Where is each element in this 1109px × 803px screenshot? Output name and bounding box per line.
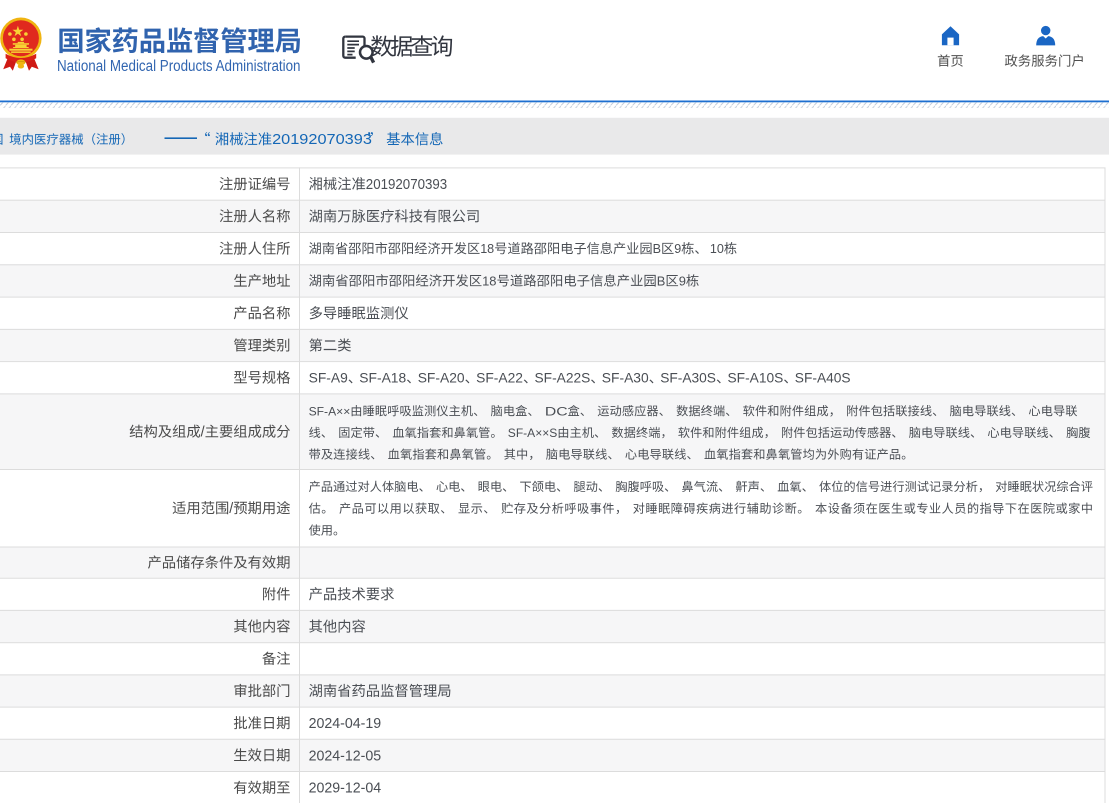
svg-text:SF-A9: SF-A9: [309, 370, 348, 386]
svg-text:2024-04-19: 2024-04-19: [309, 716, 382, 732]
svg-text:20192070393: 20192070393: [366, 177, 447, 193]
svg-text:18: 18: [482, 274, 496, 289]
svg-text:9: 9: [679, 274, 686, 289]
svg-text:DC: DC: [545, 404, 568, 418]
svg-text:9: 9: [674, 241, 681, 256]
svg-text:20192070393: 20192070393: [272, 132, 372, 148]
svg-text:SF-A10S: SF-A10S: [728, 370, 784, 386]
svg-text:/: /: [201, 425, 205, 441]
svg-text:2029-12-04: 2029-12-04: [309, 781, 382, 797]
svg-text:B: B: [657, 274, 666, 289]
svg-text:2024-12-05: 2024-12-05: [309, 748, 382, 764]
svg-text:18: 18: [480, 241, 494, 256]
svg-text:SF-A××S: SF-A××S: [508, 426, 558, 440]
svg-text:10: 10: [710, 241, 724, 256]
svg-text:SF-A22S: SF-A22S: [535, 370, 591, 386]
svg-text:/: /: [229, 501, 233, 517]
svg-text:SF-A40S: SF-A40S: [795, 370, 851, 386]
svg-text:National Medical Products Admi: National Medical Products Administration: [57, 58, 301, 75]
svg-text:SF-A××: SF-A××: [309, 404, 351, 418]
svg-text:SF-A30: SF-A30: [602, 370, 649, 386]
svg-text:SF-A30S: SF-A30S: [660, 370, 716, 386]
svg-text:SF-A18: SF-A18: [359, 370, 406, 386]
svg-text:SF-A20: SF-A20: [418, 370, 465, 386]
svg-text:SF-A22: SF-A22: [476, 370, 523, 386]
svg-text:B: B: [653, 241, 662, 256]
